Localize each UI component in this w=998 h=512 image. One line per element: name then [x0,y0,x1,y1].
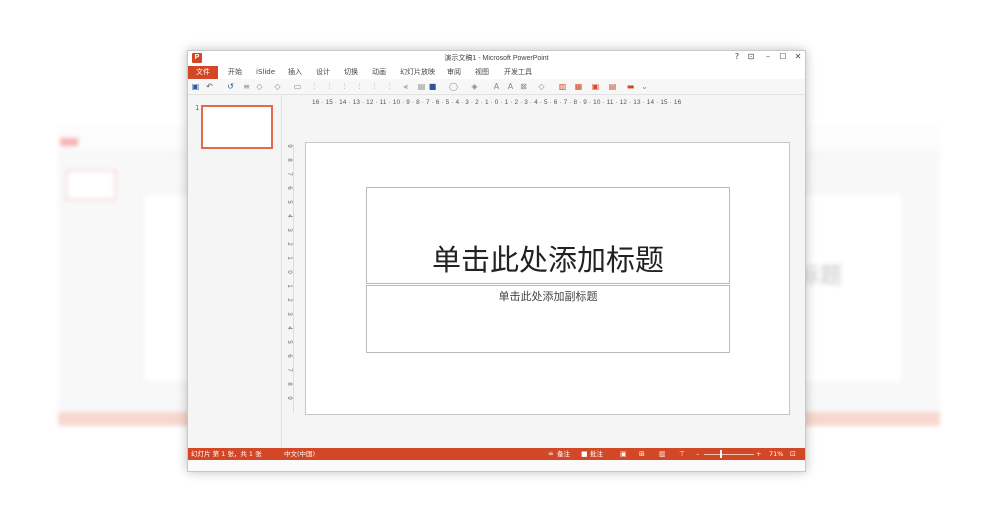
vertical-ruler-label: 2 [286,242,292,246]
powerpoint-window: P 演示文稿1 - Microsoft PowerPoint ? ⊡ – ☐ ✕… [187,50,806,472]
zoom-out-button[interactable]: – [696,448,699,460]
slideshow-icon[interactable]: ⊤ [679,448,685,460]
slide-thumbnail[interactable] [201,105,273,149]
slide-info: 幻灯片 第 1 张，共 1 张 [191,450,262,458]
font-shrink-icon[interactable]: A [506,82,515,91]
ghost-file-tab [60,138,78,146]
slide-thumbnail-pane: 1 [188,95,282,448]
ellipse-icon[interactable]: ◯ [449,82,458,91]
table-icon[interactable]: ▦ [574,82,583,91]
vertical-ruler-label: 8 [286,158,292,162]
slide-number: 1 [195,104,200,112]
align-top-icon[interactable]: ⫶ [355,82,364,91]
close-button[interactable]: ✕ [792,52,804,61]
ribbon-tabs: 文件 开始 iSlide 插入 设计 切换 动画 幻灯片放映 审阅 视图 开发工… [188,66,805,79]
horizontal-ruler: 16 · 15 · 14 · 13 · 12 · 11 · 10 · 9 · 8… [312,99,682,106]
tab-file[interactable]: 文件 [188,66,218,79]
reading-view-icon[interactable]: ▥ [659,448,666,460]
tab-design[interactable]: 设计 [310,66,336,79]
vertical-ruler-label: 0 [286,270,292,274]
vertical-ruler-label: 8 [286,382,292,386]
tab-review[interactable]: 审阅 [441,66,467,79]
vertical-ruler-label: 4 [286,326,292,330]
status-bar: 幻灯片 第 1 张，共 1 张 中文(中国) ≐ 备注 ■ 批注 ▣ ⊞ ▥ ⊤… [188,448,805,460]
crop-icon[interactable]: ⊠ [519,82,528,91]
align-center-icon[interactable]: ⫶ [325,82,334,91]
distribute-icon[interactable]: ⫷ [401,82,410,91]
slide-canvas[interactable]: 单击此处添加标题 单击此处添加副标题 [305,142,790,415]
tab-home[interactable]: 开始 [222,66,248,79]
comments-button[interactable]: 批注 [590,448,603,460]
color-picker-icon[interactable]: ▬ [626,82,635,91]
tab-transitions[interactable]: 切换 [338,66,364,79]
align-bottom-icon[interactable]: ⫶ [385,82,394,91]
align-middle-icon[interactable]: ⫶ [370,82,379,91]
tab-slideshow[interactable]: 幻灯片放映 [394,66,441,79]
quick-access-toolbar: ▣ ↶ ↺ ≡ ◇ ◇ ▭ ⫶ ⫶ ⫶ ⫶ ⫶ ⫶ ⫷ ▤ ■ ◯ ◈ A A … [188,79,805,95]
save-icon[interactable]: ▣ [191,82,200,91]
picture-icon[interactable]: ▭ [293,82,302,91]
shape-outline-icon[interactable]: ◇ [273,82,282,91]
layout-icon[interactable]: ▤ [608,82,617,91]
fill-icon[interactable]: ◈ [470,82,479,91]
help-button[interactable]: ? [731,52,743,61]
vertical-ruler-label: 5 [286,340,292,344]
tab-islide[interactable]: iSlide [250,66,281,79]
title-bar: P 演示文稿1 - Microsoft PowerPoint ? ⊡ – ☐ ✕ [188,51,805,66]
vertical-ruler-label: 9 [286,144,292,148]
vertical-ruler-label: 5 [286,200,292,204]
vertical-ruler-label: 7 [286,368,292,372]
vertical-ruler-label: 7 [286,172,292,176]
notes-button[interactable]: 备注 [557,448,570,460]
vertical-ruler-label: 2 [286,298,292,302]
title-placeholder[interactable]: 单击此处添加标题 [366,187,730,284]
color-icon[interactable]: ■ [428,82,437,91]
subtitle-placeholder-text: 单击此处添加副标题 [498,290,598,303]
ghost-thumbnail [66,170,116,200]
undo-icon[interactable]: ↶ [205,82,214,91]
shape-icon[interactable]: ◇ [255,82,264,91]
language-indicator[interactable]: 中文(中国) [284,448,315,460]
slide-sorter-icon[interactable]: ⊞ [639,448,645,460]
normal-view-icon[interactable]: ▣ [620,448,627,460]
redo-icon[interactable]: ↺ [226,82,235,91]
title-placeholder-text: 单击此处添加标题 [431,243,664,277]
vertical-ruler-label: 1 [286,256,292,260]
zoom-level[interactable]: 71% [769,448,783,460]
vertical-ruler-label: 1 [286,284,292,288]
vertical-ruler-label: 3 [286,312,292,316]
window-bottom-area [188,460,805,471]
maximize-button[interactable]: ☐ [777,52,789,61]
format-icon[interactable]: ≡ [242,82,251,91]
tab-animations[interactable]: 动画 [366,66,392,79]
vertical-ruler-label: 9 [286,396,292,400]
vertical-ruler-label: 6 [286,354,292,358]
vertical-ruler-label: 4 [286,214,292,218]
vertical-ruler: 9 8 7 6 5 4 3 2 1 0 1 2 3 4 5 6 7 8 9 [285,143,294,413]
comments-icon: ■ [581,450,588,458]
window-title: 演示文稿1 - Microsoft PowerPoint [444,55,549,62]
minimize-button[interactable]: – [762,52,774,61]
tab-view[interactable]: 视图 [469,66,495,79]
zoom-slider-track[interactable] [704,454,754,455]
align-left-icon[interactable]: ⫶ [310,82,319,91]
subtitle-placeholder[interactable]: 单击此处添加副标题 [366,285,730,353]
slide-icon[interactable]: ▣ [591,82,600,91]
vertical-ruler-label: 3 [286,228,292,232]
notes-icon: ≐ [548,450,554,458]
fit-to-window-icon[interactable]: ⊡ [790,448,796,460]
tag-icon[interactable]: ◇ [537,82,546,91]
tab-insert[interactable]: 插入 [282,66,308,79]
ribbon-display-button[interactable]: ⊡ [745,52,757,61]
font-grow-icon[interactable]: A [492,82,501,91]
zoom-slider-thumb[interactable] [720,450,722,458]
align-right-icon[interactable]: ⫶ [340,82,349,91]
vertical-ruler-label: 6 [286,186,292,190]
chart-icon[interactable]: ▥ [558,82,567,91]
group-icon[interactable]: ▤ [417,82,426,91]
tab-developer[interactable]: 开发工具 [498,66,538,79]
zoom-in-button[interactable]: + [756,448,761,460]
customize-toolbar-icon[interactable]: ⌄ [640,82,649,91]
